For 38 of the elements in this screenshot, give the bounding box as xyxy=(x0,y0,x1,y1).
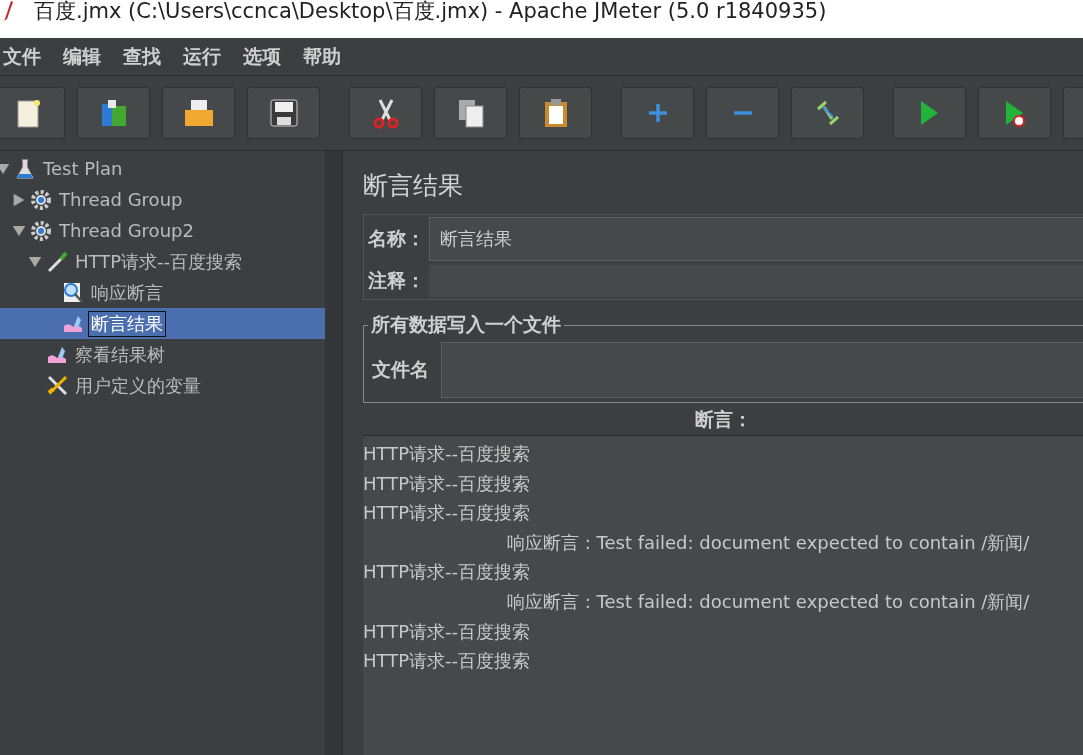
tree-label: 察看结果树 xyxy=(74,342,166,367)
menu-item[interactable]: 查找 xyxy=(112,43,172,70)
failure-message: 响应断言 : Test failed: document expected to contain /新闻/ xyxy=(506,589,1031,614)
tree-label: 响应断言 xyxy=(90,280,164,305)
tree-label: Test Plan xyxy=(42,158,124,179)
name-label: 名称： xyxy=(367,226,426,251)
menu-item[interactable]: 运行 xyxy=(172,43,232,70)
tree-label: HTTP请求--百度搜索 xyxy=(74,249,244,274)
sample-name: HTTP请求--百度搜索 xyxy=(363,560,532,585)
tree-row[interactable]: Thread Group2 xyxy=(0,215,325,246)
tree-label: 断言结果 xyxy=(89,311,165,336)
failure-message: 响应断言 : Test failed: document expected to contain /新闻/ xyxy=(506,530,1031,555)
menu-item[interactable]: 帮助 xyxy=(292,43,352,70)
tree-row[interactable]: Test Plan xyxy=(0,153,325,184)
name-field[interactable]: 断言结果 xyxy=(429,217,1083,261)
tree-row[interactable]: Thread Group xyxy=(0,184,325,215)
menu-item[interactable]: 选项 xyxy=(232,43,292,70)
comment-label: 注释： xyxy=(367,268,426,293)
menu-item[interactable]: 编辑 xyxy=(52,43,112,70)
file-group-title: 所有数据写入一个文件 xyxy=(370,312,562,337)
tree-label: 用户定义的变量 xyxy=(74,373,202,398)
window-title: 百度.jmx (C:\Users\ccnca\Desktop\百度.jmx) - Apache JMeter (5.0 r1840935) xyxy=(34,0,827,25)
filename-label: 文件名 xyxy=(371,357,430,382)
tree-label: Thread Group xyxy=(58,189,184,210)
sample-name: HTTP请求--百度搜索 xyxy=(363,619,532,644)
panel-title: 断言结果 xyxy=(363,170,464,202)
tree-row[interactable]: 用户定义的变量 xyxy=(0,370,325,401)
tree-row[interactable]: 断言结果 xyxy=(0,308,325,339)
sample-name: HTTP请求--百度搜索 xyxy=(363,442,532,466)
sample-name: HTTP请求--百度搜索 xyxy=(363,471,532,496)
sample-name: HTTP请求--百度搜索 xyxy=(363,501,532,526)
tree-row[interactable]: 察看结果树 xyxy=(0,339,325,370)
assertions-label: 断言： xyxy=(694,407,752,432)
tree-row[interactable]: 响应断言 xyxy=(0,277,325,308)
tree-label: Thread Group2 xyxy=(58,220,195,241)
tree-row[interactable]: HTTP请求--百度搜索 xyxy=(0,246,325,277)
menu-item[interactable]: 文件 xyxy=(0,43,52,70)
sample-name: HTTP请求--百度搜索 xyxy=(363,649,532,674)
